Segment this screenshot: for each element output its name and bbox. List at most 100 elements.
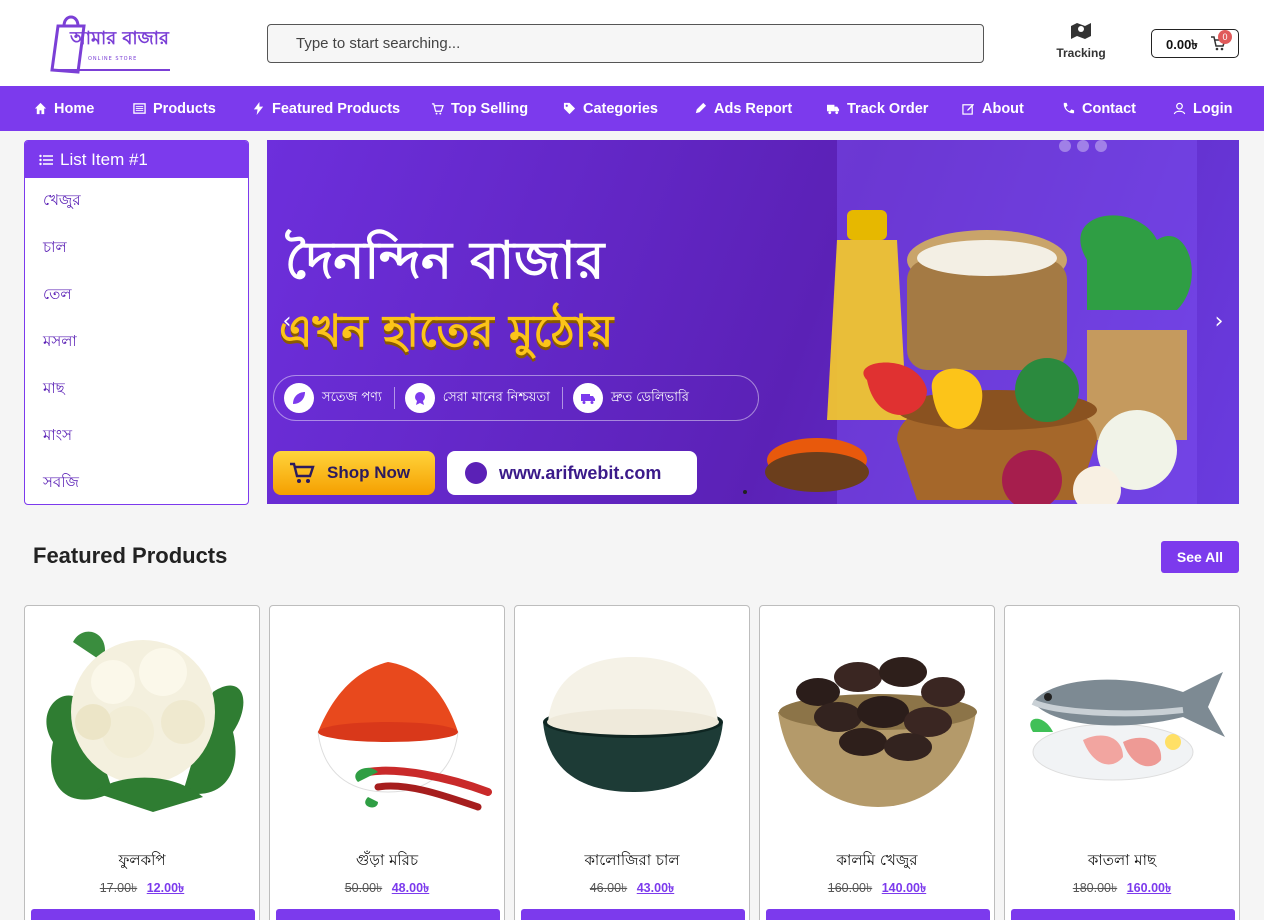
add-to-cart-button[interactable] [766,909,990,920]
banner-prev-arrow[interactable]: ‹ [277,310,297,334]
logo-text: আমার বাজার [70,28,169,49]
banner-features: সতেজ পণ্য সেরা মানের নিশ্চয়তা দ্রুত ডেল… [273,375,759,421]
product-name[interactable]: ফুলকপি [25,849,259,874]
website-url: www.arifwebit.com [499,462,662,483]
sidebar-item-rice[interactable]: চাল [25,225,248,272]
edit-icon [962,103,975,115]
add-to-cart-button[interactable] [521,909,745,920]
main-nav: Home Products Featured Products Top Sell… [0,86,1264,131]
see-all-button[interactable]: See All [1161,541,1239,573]
list-icon [39,154,53,165]
old-price: 50.00৳ [344,881,383,895]
add-to-cart-button[interactable] [276,909,500,920]
banner-pager-dot[interactable] [743,490,747,494]
nav-label: Top Selling [451,100,529,117]
new-price: 160.00৳ [1126,881,1172,895]
sidebar-item-vegetables[interactable]: সবজি [25,460,248,504]
site-header: আমার বাজার ONLINE STORE Tracking 0.00৳ 0 [0,0,1264,86]
product-prices: 160.00৳ 140.00৳ [760,880,994,900]
nav-label: About [982,100,1024,117]
new-price: 43.00৳ [636,881,675,895]
sidebar-title: List Item #1 [60,149,148,169]
nav-categories[interactable]: Categories [563,86,658,131]
old-price: 17.00৳ [99,881,138,895]
product-name[interactable]: গুঁড়া মরিচ [270,849,504,874]
banner-decor-dots [1059,140,1113,152]
search-box [267,24,984,63]
shop-now-button[interactable]: Shop Now [273,451,435,495]
logo-subtitle: ONLINE STORE [88,56,138,62]
new-price: 140.00৳ [881,881,927,895]
leaf-icon [293,392,305,404]
tracking-link[interactable]: Tracking [1050,22,1112,61]
pen-icon [695,102,707,114]
phone-icon [1063,102,1075,114]
sidebar-header: List Item #1 [25,141,248,178]
nav-ads-report[interactable]: Ads Report [694,86,792,131]
feature-label: সতেজ পণ্য [322,389,382,405]
product-image [543,657,723,792]
nav-featured-products[interactable]: Featured Products [252,86,400,131]
cart-amount: 0.00৳ [1166,37,1198,52]
truck-icon [827,104,840,115]
bolt-icon [253,102,264,115]
sidebar-item-dates[interactable]: খেজুর [25,178,248,225]
old-price: 180.00৳ [1072,881,1118,895]
product-prices: 17.00৳ 12.00৳ [25,880,259,900]
add-to-cart-button[interactable] [31,909,255,920]
nav-label: Featured Products [272,100,401,117]
nav-about[interactable]: About [962,86,1024,131]
nav-label: Home [54,100,95,117]
featured-section-title: Featured Products [33,543,228,568]
nav-label: Contact [1082,100,1136,117]
product-prices: 50.00৳ 48.00৳ [270,880,504,900]
website-link[interactable]: www.arifwebit.com [447,451,697,495]
sidebar-item-oil[interactable]: তেল [25,272,248,319]
user-icon [1173,102,1186,115]
nav-contact[interactable]: Contact [1062,86,1136,131]
product-card[interactable]: কাতলা মাছ 180.00৳ 160.00৳ [1004,605,1240,920]
nav-track-order[interactable]: Track Order [827,86,928,131]
nav-home[interactable]: Home [34,86,94,131]
feature-label: দ্রুত ডেলিভারি [610,389,689,405]
globe-icon [465,462,487,484]
product-prices: 180.00৳ 160.00৳ [1005,880,1239,900]
product-card[interactable]: গুঁড়া মরিচ 50.00৳ 48.00৳ [269,605,505,920]
product-prices: 46.00৳ 43.00৳ [515,880,749,900]
hero-banner[interactable]: দৈনন্দিন বাজার এখন হাতের মুঠোয় সতেজ পণ্… [267,140,1239,504]
product-card[interactable]: ফুলকপি 17.00৳ 12.00৳ [24,605,260,920]
nav-label: Ads Report [714,100,793,117]
site-logo[interactable]: আমার বাজার ONLINE STORE [48,12,178,74]
sidebar-item-spices[interactable]: মসলা [25,319,248,366]
nav-login[interactable]: Login [1173,86,1232,131]
product-name[interactable]: কালোজিরা চাল [515,849,749,874]
list-icon [133,103,146,114]
nav-label: Products [153,100,216,117]
sidebar-item-fish[interactable]: মাছ [25,366,248,413]
cart-button[interactable]: 0.00৳ 0 [1151,29,1239,58]
product-name[interactable]: কালমি খেজুর [760,849,994,874]
new-price: 48.00৳ [391,881,430,895]
nav-label: Categories [583,100,658,117]
search-input[interactable] [268,25,983,62]
add-to-cart-button[interactable] [1011,909,1235,920]
banner-next-arrow[interactable]: › [1209,310,1229,334]
product-image [1030,672,1225,781]
shop-now-label: Shop Now [327,463,411,482]
category-sidebar: List Item #1 খেজুর চাল তেল মসলা মাছ মাংস… [24,140,249,505]
category-list: খেজুর চাল তেল মসলা মাছ মাংস সবজি [25,178,248,504]
feature-fresh: সতেজ পণ্য [284,383,382,413]
product-name[interactable]: কাতলা মাছ [1005,849,1239,874]
feature-delivery: দ্রুত ডেলিভারি [572,383,689,413]
nav-label: Track Order [847,100,929,117]
nav-label: Login [1193,100,1233,117]
cart-icon [290,462,315,483]
sidebar-item-meat[interactable]: মাংস [25,413,248,460]
product-card[interactable]: কালোজিরা চাল 46.00৳ 43.00৳ [514,605,750,920]
nav-top-selling[interactable]: Top Selling [431,86,528,131]
nav-products[interactable]: Products [133,86,216,131]
product-card[interactable]: কালমি খেজুর 160.00৳ 140.00৳ [759,605,995,920]
banner-subheadline: এখন হাতের মুঠোয় [279,306,614,357]
old-price: 46.00৳ [589,881,628,895]
cart-icon [431,103,444,115]
